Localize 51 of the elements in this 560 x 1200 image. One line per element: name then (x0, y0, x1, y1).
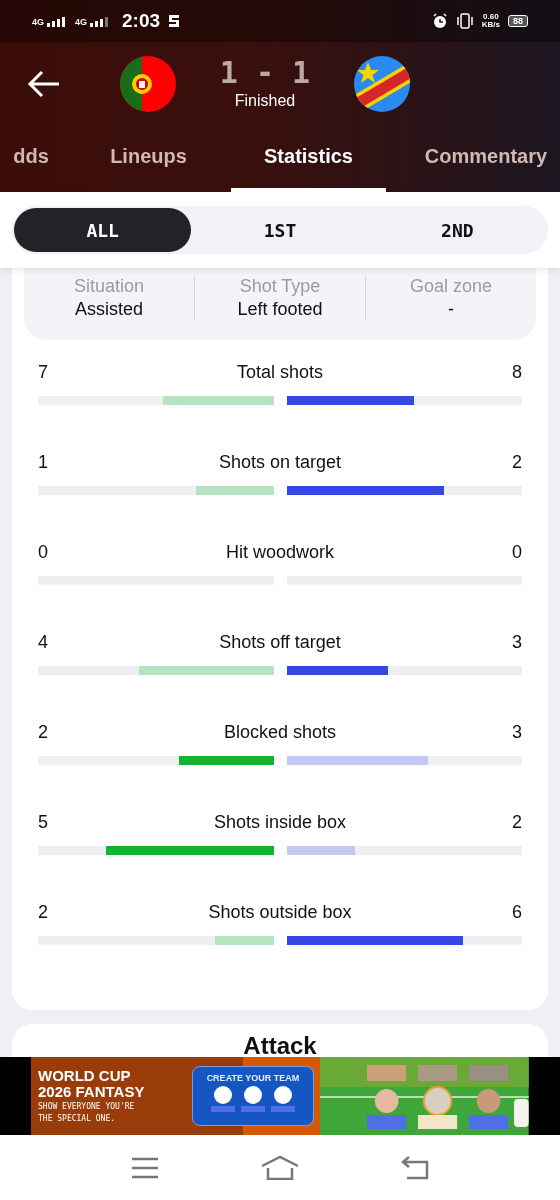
away-value: 0 (511, 541, 522, 563)
vibrate-icon (455, 13, 474, 29)
detail-label: Situation (73, 276, 145, 297)
match-status: Finished (234, 91, 296, 110)
home-value: 5 (38, 811, 48, 833)
period-button[interactable]: ALL (14, 208, 192, 252)
stat-name: Shots outside box (208, 901, 352, 923)
ad-title: 2026 FANTASY (38, 1084, 146, 1100)
away-value: 8 (511, 361, 522, 383)
clock-time: 2:03 (122, 10, 161, 32)
back-nav-button[interactable] (401, 1155, 429, 1180)
menu-button[interactable] (131, 1156, 159, 1179)
home-value: 2 (38, 901, 48, 923)
tab[interactable]: dds (0, 125, 66, 192)
ad-banner[interactable]: WORLD CUP 2026 FANTASY SHOW EVERYONE YOU'RE THE SPECIAL ONE. (31, 1057, 192, 1135)
detail-value: Assisted (75, 299, 143, 320)
score: 1 - 1 (219, 57, 311, 88)
home-value: 7 (38, 361, 48, 383)
ad-title: WORLD CUP (38, 1068, 132, 1085)
home-value: 1 (38, 451, 48, 473)
detail-label: Shot Type (239, 276, 321, 297)
alarm-icon (431, 13, 448, 29)
stat-name: Shots off target (219, 631, 341, 653)
sync-icon (168, 14, 181, 28)
ad-tagline: THE SPECIAL ONE. (38, 1114, 117, 1124)
period-button[interactable]: 2ND (368, 208, 546, 252)
home-button[interactable] (261, 1155, 299, 1180)
stat-name: Blocked shots (223, 721, 337, 743)
stat-name: Hit woodwork (225, 541, 334, 563)
stat-name: Shots on target (218, 451, 342, 473)
network-speed: 0.60 KB/s (481, 13, 500, 29)
home-value: 0 (38, 541, 48, 563)
away-value: 3 (512, 721, 522, 743)
period-button[interactable]: 1ST (191, 208, 369, 252)
stat-name: Total shots (236, 361, 323, 383)
away-value: 2 (512, 811, 522, 833)
battery-level: 88 (508, 15, 528, 27)
away-value: 2 (512, 451, 522, 473)
home-value: 2 (38, 721, 48, 743)
detail-label: Goal zone (409, 276, 493, 297)
home-value: 4 (38, 631, 48, 653)
detail-value: - (448, 299, 454, 320)
ad-button[interactable]: CREATE YOUR TEAM (191, 1066, 314, 1126)
away-value: 6 (511, 901, 522, 923)
detail-value: Left footed (237, 299, 323, 320)
away-value: 3 (512, 631, 522, 653)
section-title: Attack (243, 1032, 317, 1057)
ad-tagline: SHOW EVERYONE YOU'RE (38, 1102, 136, 1112)
tab[interactable]: Lineups (66, 125, 231, 192)
stat-name: Shots inside box (213, 811, 347, 833)
tab[interactable]: Commentary (386, 125, 560, 192)
